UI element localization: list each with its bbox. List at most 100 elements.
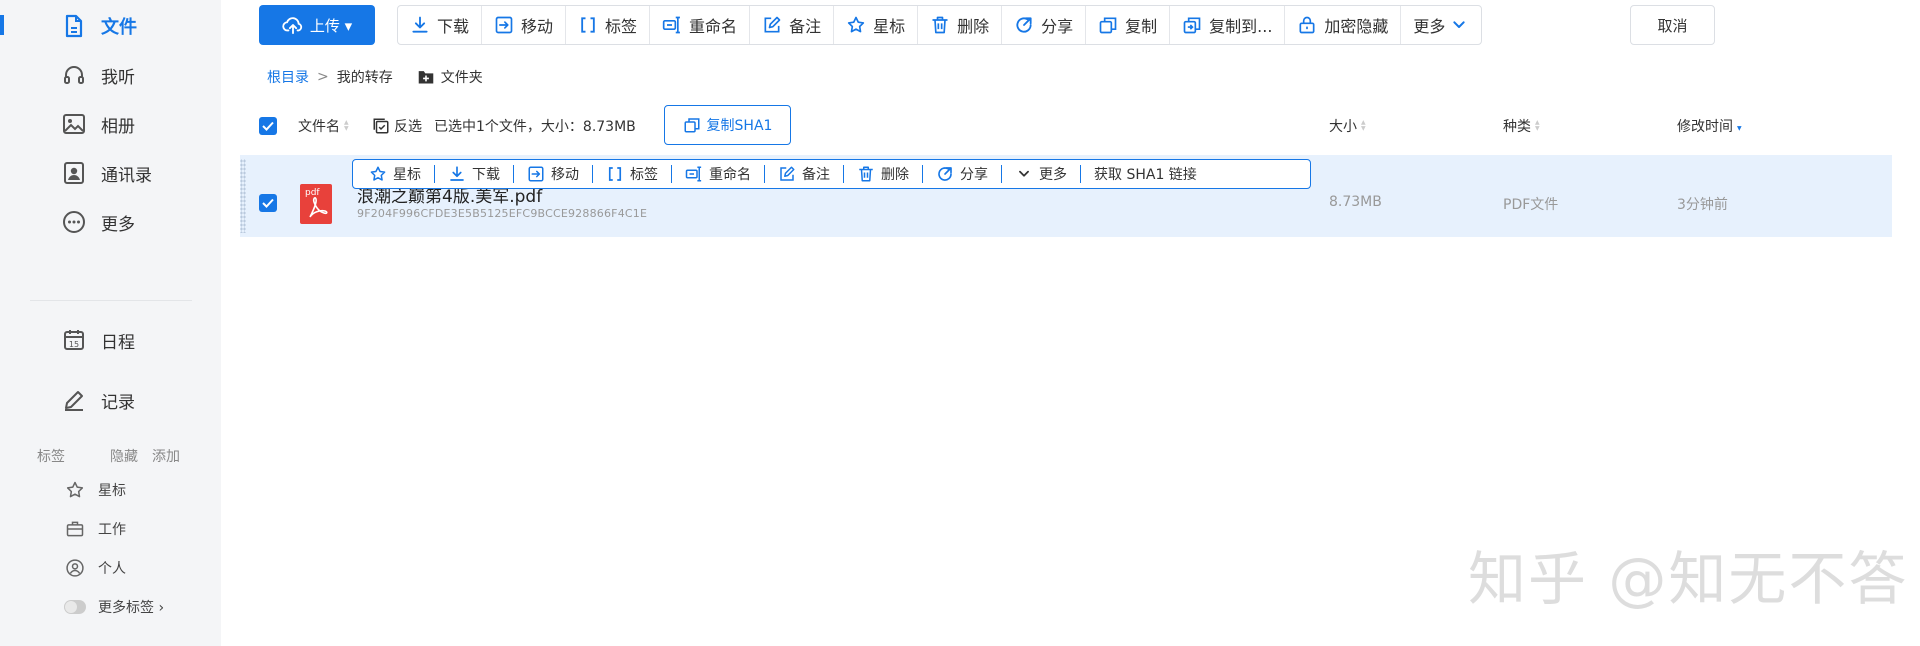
tag-item-more-tags[interactable]: 更多标签 › (64, 592, 164, 622)
encrypt-hide-button[interactable]: 加密隐藏 (1285, 6, 1402, 44)
upload-label: 上传 ▾ (309, 16, 353, 35)
breadcrumb-current: 我的转存 (336, 70, 393, 86)
rename-icon (685, 165, 703, 183)
copy-sha1-label: 复制SHA1 (706, 118, 773, 134)
sidebar-item-label: 日程 (101, 332, 135, 353)
upload-button[interactable]: 上传 ▾ (259, 5, 375, 45)
column-type-label: 种类 (1503, 119, 1531, 135)
lock-icon (1297, 15, 1317, 35)
button-label: 复制到... (1209, 17, 1273, 36)
column-name-label: 文件名 (298, 119, 340, 135)
action-separator (1001, 165, 1002, 183)
bracket-tag-icon (606, 165, 624, 183)
button-label: 备注 (789, 17, 822, 36)
column-size[interactable]: 大小 ▲ ▼ (1329, 105, 1366, 147)
move-button[interactable]: 移动 (482, 6, 567, 44)
breadcrumb-root[interactable]: 根目录 (267, 67, 309, 87)
row-more-button[interactable]: 更多 (1015, 164, 1067, 184)
button-label: 移动 (521, 17, 554, 36)
column-type[interactable]: 种类 ▲ ▼ (1503, 105, 1540, 147)
tag-item-star[interactable]: 星标 (64, 475, 126, 505)
row-tag-button[interactable]: 标签 (606, 164, 658, 184)
row-note-button[interactable]: 备注 (778, 164, 830, 184)
row-download-button[interactable]: 下载 (448, 164, 500, 184)
button-label: 加密隐藏 (1324, 17, 1389, 36)
row-rename-button[interactable]: 重命名 (685, 164, 751, 184)
pen-icon (60, 386, 88, 414)
button-label: 复制 (1125, 17, 1158, 36)
star-button[interactable]: 星标 (834, 6, 919, 44)
rename-button[interactable]: 重命名 (650, 6, 751, 44)
tags-header: 标签 隐藏 添加 (37, 446, 187, 466)
action-label: 重命名 (709, 167, 751, 183)
sidebar-item-album[interactable]: 相册 (60, 104, 135, 144)
sort-icon: ▲ ▼ (1535, 119, 1540, 132)
sidebar-item-files[interactable]: 文件 (60, 6, 137, 46)
row-delete-button[interactable]: 删除 (857, 164, 909, 184)
file-sha1: 9F204F996CFDE3E5B5125EFC9BCCE928866F4C1E (357, 207, 648, 220)
sort-icon: ▲ ▼ (1361, 119, 1366, 132)
select-all-checkbox[interactable] (259, 117, 277, 135)
action-separator (922, 165, 923, 183)
copy-to-button[interactable]: 复制到... (1170, 6, 1286, 44)
tags-hide-link[interactable]: 隐藏 (110, 446, 138, 466)
sidebar-item-more[interactable]: 更多 (60, 202, 135, 242)
sidebar-item-schedule[interactable]: 15 日程 (60, 320, 135, 360)
copy-button[interactable]: 复制 (1086, 6, 1171, 44)
sidebar-item-listen[interactable]: 我听 (60, 55, 135, 95)
tag-item-work[interactable]: 工作 (64, 514, 126, 544)
pdf-file-icon: pdf (300, 184, 332, 224)
copy-icon (1098, 15, 1118, 35)
sidebar-item-contacts[interactable]: 通讯录 (60, 153, 152, 193)
folder-plus-icon (417, 69, 435, 85)
action-label: 移动 (551, 167, 579, 183)
share-button[interactable]: 分享 (1002, 6, 1087, 44)
more-circle-icon (60, 208, 88, 236)
move-icon (494, 15, 514, 35)
share-icon (1014, 15, 1034, 35)
column-modified[interactable]: 修改时间 ▲ ▼ (1677, 105, 1742, 147)
row-get-sha1-link-button[interactable]: 获取 SHA1 链接 (1094, 164, 1197, 184)
tags-add-link[interactable]: 添加 (152, 446, 180, 466)
watermark: 知乎 @知无不答 (1468, 545, 1909, 613)
action-separator (1080, 165, 1081, 183)
button-label: 分享 (1041, 17, 1074, 36)
invert-select-button[interactable]: 反选 (394, 116, 422, 136)
tag-label: 工作 (98, 522, 126, 538)
drag-handle[interactable] (240, 159, 246, 233)
column-name[interactable]: 文件名 ▲ ▼ (298, 105, 349, 147)
column-modified-label: 修改时间 (1677, 119, 1733, 135)
chevron-down-icon (1449, 15, 1469, 35)
row-star-button[interactable]: 星标 (369, 164, 421, 184)
copy-sha1-button[interactable]: 复制SHA1 (664, 105, 791, 145)
star-icon (846, 15, 866, 35)
action-label: 删除 (881, 167, 909, 183)
sidebar-item-notes[interactable]: 记录 (60, 380, 135, 420)
tag-button[interactable]: 标签 (566, 6, 651, 44)
move-icon (527, 165, 545, 183)
trash-icon (930, 15, 950, 35)
image-icon (60, 110, 88, 138)
breadcrumb-separator: > (317, 69, 329, 85)
row-checkbox[interactable] (259, 194, 277, 212)
more-button[interactable]: 更多 (1401, 6, 1481, 44)
cancel-button[interactable]: 取消 (1630, 5, 1715, 45)
new-folder-button[interactable]: 文件夹 (417, 67, 483, 87)
download-button[interactable]: 下载 (398, 6, 483, 44)
tag-label: 星标 (98, 483, 126, 499)
headphones-icon (60, 61, 88, 89)
row-move-button[interactable]: 移动 (527, 164, 579, 184)
tag-item-personal[interactable]: 个人 (64, 553, 126, 583)
note-button[interactable]: 备注 (750, 6, 835, 44)
row-share-button[interactable]: 分享 (936, 164, 988, 184)
action-separator (513, 165, 514, 183)
button-label: 标签 (605, 17, 638, 36)
action-separator (843, 165, 844, 183)
button-label: 更多 (1413, 17, 1446, 36)
file-type: PDF文件 (1503, 197, 1559, 213)
delete-button[interactable]: 删除 (918, 6, 1003, 44)
selection-bar: 反选 已选中1个文件，大小：8.73MB (372, 105, 636, 147)
cloud-upload-icon (282, 15, 304, 35)
toggle-icon[interactable] (64, 600, 86, 614)
user-icon (64, 557, 86, 579)
